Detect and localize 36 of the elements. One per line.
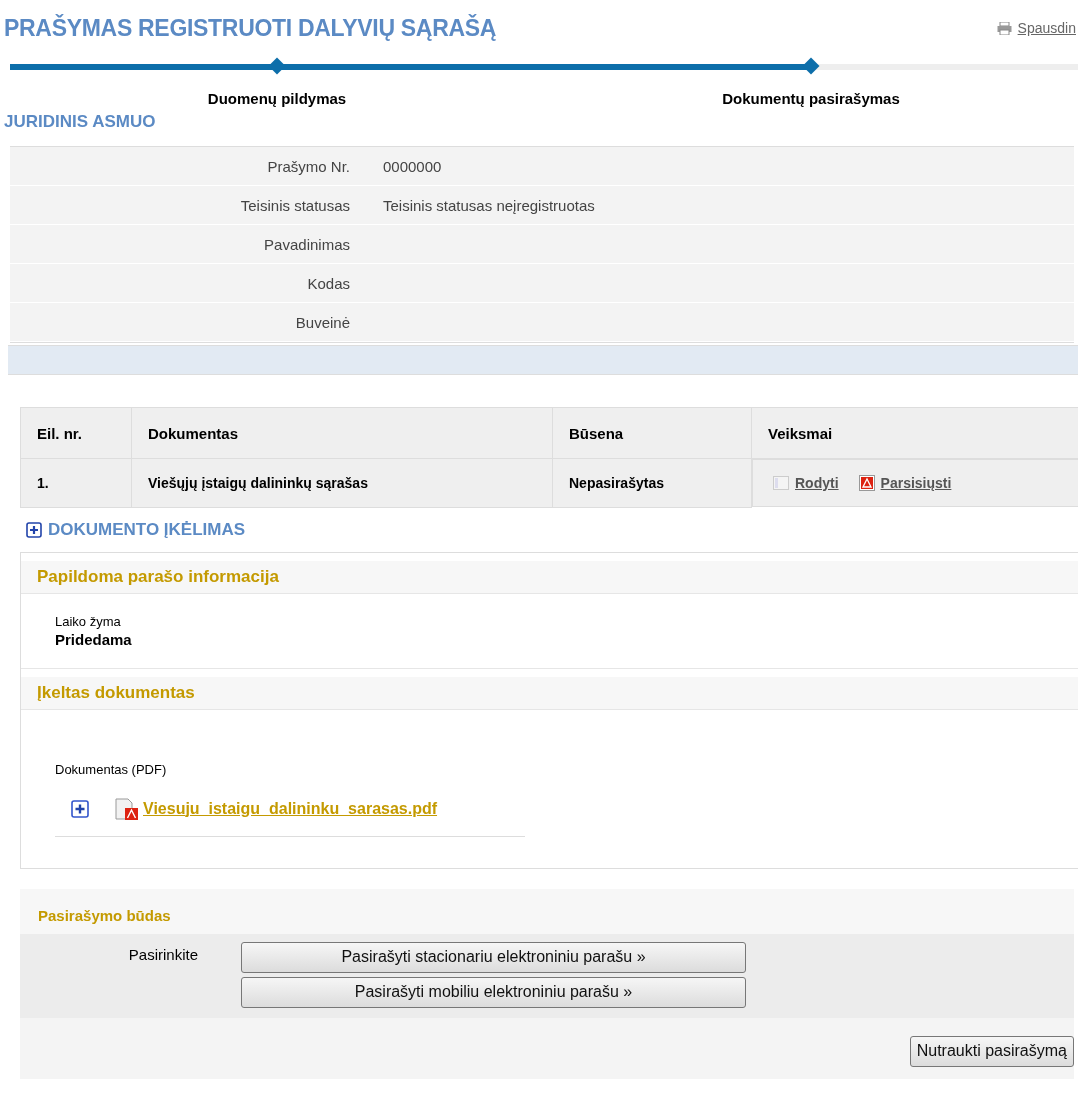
column-header: Dokumentas: [131, 407, 553, 459]
table-cell: Nepasirašytas: [552, 458, 752, 507]
column-header: Eil. nr.: [20, 407, 132, 459]
plus-icon[interactable]: [71, 799, 89, 818]
upload-toggle[interactable]: DOKUMENTO ĮKĖLIMAS: [26, 519, 246, 540]
field-label: Teisinis statusas: [239, 196, 350, 214]
page-title: PRAŠYMAS REGISTRUOTI DALYVIŲ SĄRAŠĄ: [4, 14, 497, 42]
column-header: Būsena: [552, 407, 752, 459]
action-link[interactable]: Parsisiųsti: [880, 475, 952, 491]
field-value: Teisinis statusas neįregistruotas: [383, 196, 596, 214]
field-label: Pasirinkite: [127, 945, 198, 965]
pdf-file-icon: [115, 797, 139, 820]
step-label: Duomenų pildymas: [207, 90, 347, 107]
pdf-icon: [858, 475, 875, 491]
panel-heading: Papildoma parašo informacija: [21, 560, 1078, 594]
sign-button[interactable]: Pasirašyti mobiliu elektroniniu parašu »: [241, 976, 746, 1008]
table-cell: Viešųjų įstaigų dalininkų sąrašas: [131, 458, 553, 507]
field-label: Prašymo Nr.: [266, 157, 350, 175]
action-link[interactable]: Rodyti: [795, 475, 839, 491]
step-label: Dokumentų pasirašymas: [722, 90, 900, 107]
field-label: Laiko žyma: [55, 613, 122, 629]
cancel-button[interactable]: Nutraukti pasirašymą: [909, 1035, 1074, 1067]
field-label: Pavadinimas: [263, 235, 350, 253]
column-header: Veiksmai: [751, 407, 1078, 459]
field-label: Kodas: [306, 274, 350, 292]
field-value: Pridedama: [55, 630, 133, 648]
panel-heading: Įkeltas dokumentas: [21, 676, 1078, 710]
table-cell: 1.: [20, 458, 132, 507]
printer-icon: [996, 21, 1012, 35]
field-label: Dokumentas (PDF): [55, 761, 167, 777]
field-label: Buveinė: [294, 313, 350, 331]
sign-button[interactable]: Pasirašyti stacionariu elektroniniu parašu »: [241, 941, 746, 973]
print-link[interactable]: Spausdin: [996, 20, 1076, 36]
section-heading: JURIDINIS ASMUO: [4, 112, 157, 132]
field-value: 0000000: [383, 157, 443, 175]
document-icon: [773, 476, 789, 490]
